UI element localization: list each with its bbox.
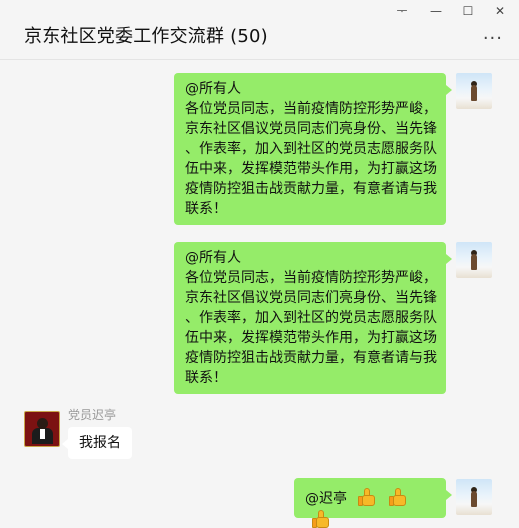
avatar-figure-body — [471, 85, 477, 101]
avatar-figure-body — [471, 254, 477, 270]
message-line: 疫情防控狙击战贡献力量，有意者请与我 — [185, 350, 437, 366]
message-line: 联系！ — [185, 370, 227, 386]
message-bubble-1[interactable]: @所有人 各位党员同志，当前疫情防控形势严峻， 京东社区倡议党员同志们亮身份、当… — [174, 73, 452, 225]
message-text: 我报名 — [79, 435, 121, 451]
thumbs-up-icon — [357, 487, 377, 507]
message-line: 、作表率，加入到社区的党员志愿服务队 — [185, 141, 437, 157]
thumbs-up-icon — [388, 487, 408, 507]
more-options-button[interactable]: ··· — [483, 28, 503, 49]
message-text: @迟亭 — [305, 491, 347, 507]
avatar-person-head — [37, 418, 48, 429]
message-line: 京东社区倡议党员同志们亮身份、当先锋 — [185, 121, 437, 137]
chat-area[interactable]: @所有人 各位党员同志，当前疫情防控形势严峻， 京东社区倡议党员同志们亮身份、当… — [0, 61, 519, 528]
avatar-figure-body — [471, 491, 477, 507]
sender-name: 党员迟亭 — [68, 408, 117, 422]
message-line: 伍中来，发挥模范带头作用，为打赢这场 — [185, 330, 437, 346]
avatar-person-shirt — [40, 429, 45, 439]
pin-icon[interactable]: ᅮ — [386, 2, 418, 20]
my-avatar[interactable] — [456, 242, 492, 278]
message-bubble-4[interactable]: @迟亭 — [294, 478, 452, 528]
maximize-button[interactable]: ☐ — [452, 2, 484, 20]
message-line: 联系！ — [185, 201, 227, 217]
my-avatar[interactable] — [456, 479, 492, 515]
message-line: 疫情防控狙击战贡献力量，有意者请与我 — [185, 181, 437, 197]
message-line: 京东社区倡议党员同志们亮身份、当先锋 — [185, 290, 437, 306]
chat-title: 京东社区党委工作交流群 (50) — [24, 26, 268, 47]
close-button[interactable]: ✕ — [484, 2, 516, 20]
member-avatar[interactable] — [24, 411, 60, 447]
title-bar: 京东社区党委工作交流群 (50) ᅮ — ☐ ✕ ··· — [0, 0, 519, 60]
message-line: 伍中来，发挥模范带头作用，为打赢这场 — [185, 161, 437, 177]
message-line: 、作表率，加入到社区的党员志愿服务队 — [185, 310, 437, 326]
minimize-button[interactable]: — — [420, 2, 452, 20]
message-line: @所有人 — [185, 250, 241, 266]
message-bubble-3[interactable]: 我报名 — [62, 427, 132, 459]
thumbs-up-icon — [311, 509, 331, 528]
message-line: @所有人 — [185, 81, 241, 97]
message-bubble-2[interactable]: @所有人 各位党员同志，当前疫情防控形势严峻， 京东社区倡议党员同志们亮身份、当… — [174, 242, 452, 394]
message-line: 各位党员同志，当前疫情防控形势严峻， — [185, 270, 437, 286]
my-avatar[interactable] — [456, 73, 492, 109]
message-line: 各位党员同志，当前疫情防控形势严峻， — [185, 101, 437, 117]
